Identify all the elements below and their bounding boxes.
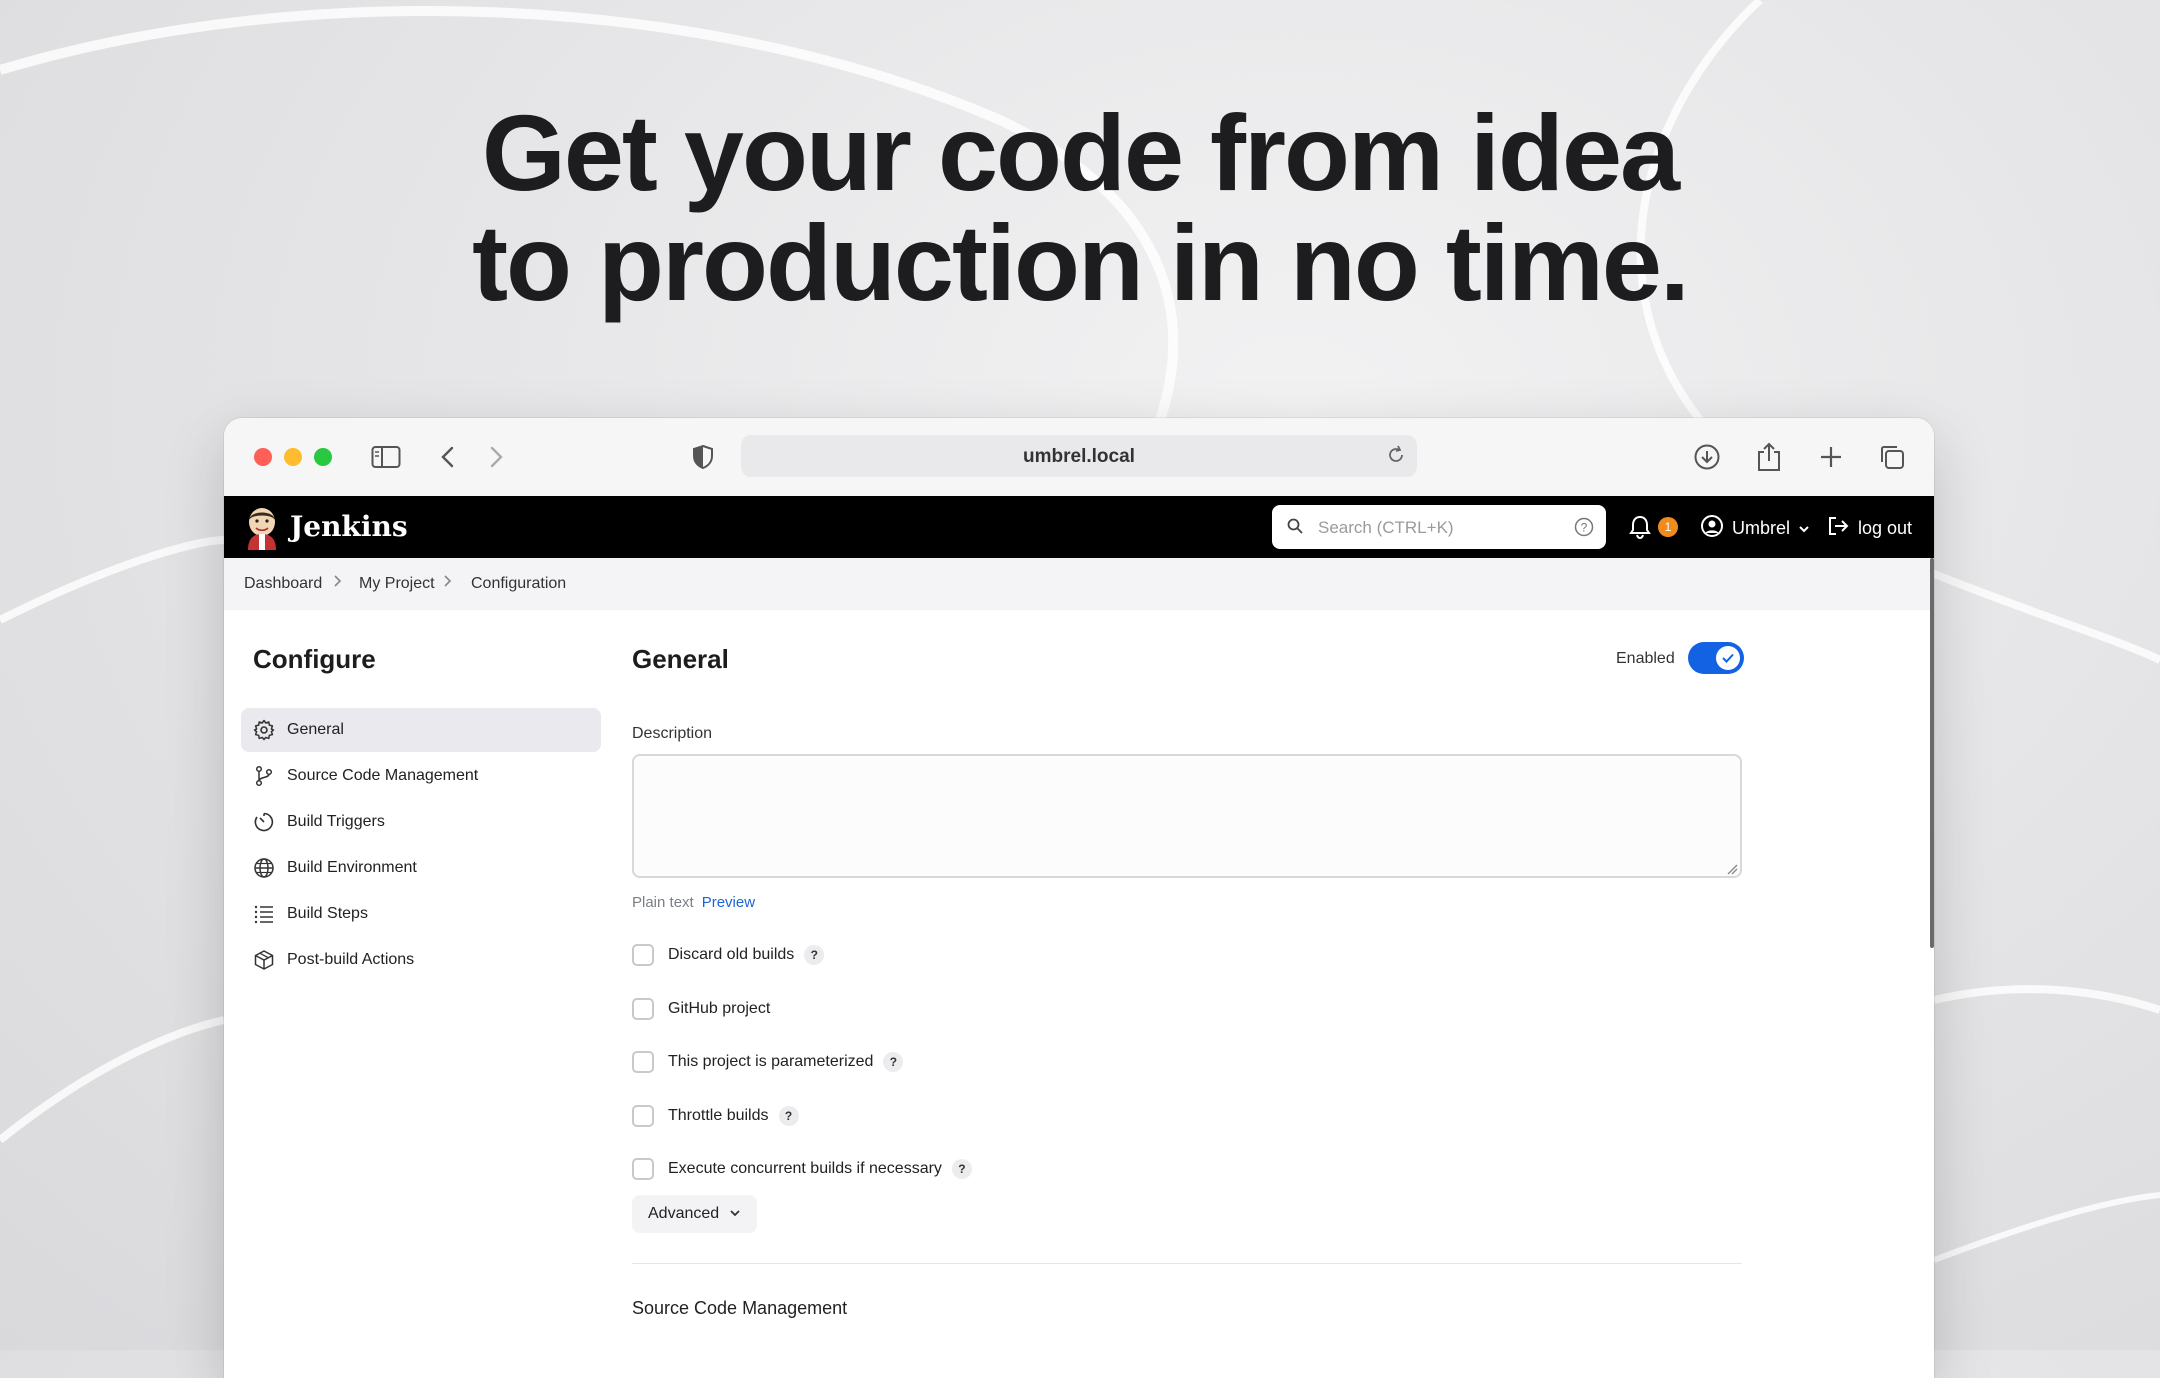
jenkins-header: Jenkins ? 1 Umbrel: [224, 496, 1934, 558]
section-title-general: General: [632, 644, 729, 674]
share-icon[interactable]: [1752, 440, 1786, 474]
logout-link[interactable]: log out: [1826, 514, 1912, 543]
discard-old-builds-checkbox[interactable]: [632, 944, 654, 966]
advanced-label: Advanced: [648, 1205, 720, 1222]
sidebar-item-label: Source Code Management: [287, 767, 479, 784]
option-github-project: GitHub project: [632, 996, 770, 1022]
section-title-source-code-management: Source Code Management: [632, 1298, 848, 1318]
back-icon[interactable]: [431, 440, 465, 474]
chevron-down-icon: [729, 1205, 741, 1223]
option-label[interactable]: Execute concurrent builds if necessary: [668, 1160, 942, 1178]
address-text: umbrel.local: [1023, 446, 1135, 467]
preview-link[interactable]: Preview: [702, 894, 755, 911]
option-label[interactable]: This project is parameterized: [668, 1053, 873, 1071]
scrollbar-thumb[interactable]: [1930, 558, 1934, 948]
help-icon[interactable]: ?: [951, 1159, 972, 1179]
advanced-button[interactable]: Advanced: [632, 1195, 758, 1233]
list-icon: [253, 903, 275, 925]
sidebar-item-label: Build Environment: [287, 859, 417, 876]
address-bar[interactable]: umbrel.local: [741, 435, 1417, 477]
description-format: Plain text Preview: [632, 894, 755, 911]
check-icon: [1716, 646, 1740, 670]
user-name: Umbrel: [1732, 518, 1791, 538]
option-label[interactable]: GitHub project: [668, 1000, 770, 1018]
format-plain-text: Plain text: [632, 894, 694, 911]
enabled-label: Enabled: [1616, 650, 1675, 667]
browser-toolbar: umbrel.local: [224, 418, 1934, 496]
sidebar-item-post-build-actions[interactable]: Post-build Actions: [241, 938, 601, 982]
resize-handle-icon[interactable]: [1726, 862, 1738, 880]
throttle-builds-checkbox[interactable]: [632, 1105, 654, 1127]
sidebar-item-build-steps[interactable]: Build Steps: [241, 892, 601, 936]
package-icon: [253, 949, 275, 971]
option-concurrent-builds: Execute concurrent builds if necessary ?: [632, 1156, 972, 1182]
globe-icon: [253, 857, 275, 879]
breadcrumb-configuration[interactable]: Configuration: [471, 575, 566, 593]
option-parameterized: This project is parameterized ?: [632, 1049, 904, 1075]
description-label: Description: [632, 725, 713, 742]
gear-icon: [253, 719, 275, 741]
enabled-toggle[interactable]: [1688, 642, 1744, 674]
reload-icon[interactable]: [1385, 444, 1407, 471]
option-label[interactable]: Throttle builds: [668, 1107, 769, 1125]
option-throttle-builds: Throttle builds ?: [632, 1103, 799, 1129]
close-window-button[interactable]: [254, 448, 272, 466]
jenkins-logo-icon[interactable]: [242, 504, 282, 550]
branch-icon: [253, 765, 275, 787]
search-input[interactable]: [1316, 513, 1560, 543]
help-icon[interactable]: ?: [778, 1106, 799, 1126]
sidebar-item-build-environment[interactable]: Build Environment: [241, 846, 601, 890]
sidebar-item-label: Build Triggers: [287, 813, 385, 830]
breadcrumb-my-project[interactable]: My Project: [359, 575, 435, 593]
sidebar-item-source-code-management[interactable]: Source Code Management: [241, 754, 601, 798]
svg-text:?: ?: [1581, 521, 1588, 535]
user-avatar-icon: [1700, 514, 1724, 543]
new-tab-icon[interactable]: [1814, 440, 1848, 474]
help-icon[interactable]: ?: [883, 1052, 904, 1072]
description-textarea[interactable]: [632, 754, 1742, 878]
notifications-bell-icon[interactable]: [1628, 514, 1652, 545]
section-divider: [632, 1263, 1742, 1264]
zoom-window-button[interactable]: [314, 448, 332, 466]
option-discard-old-builds: Discard old builds ?: [632, 942, 825, 968]
sidebar-item-label: Post-build Actions: [287, 951, 415, 968]
privacy-shield-icon[interactable]: [686, 440, 720, 474]
help-icon[interactable]: ?: [804, 945, 825, 965]
scrollbar[interactable]: [1930, 558, 1934, 1358]
concurrent-builds-checkbox[interactable]: [632, 1158, 654, 1180]
timer-icon: [253, 811, 275, 833]
minimize-window-button[interactable]: [284, 448, 302, 466]
headline-line-1: Get your code from idea: [481, 92, 1680, 213]
sidebar-item-label: General: [287, 721, 344, 738]
tab-overview-icon[interactable]: [1875, 440, 1909, 474]
search-icon: [1286, 517, 1304, 540]
chevron-down-icon: [1798, 518, 1810, 539]
jenkins-title[interactable]: Jenkins: [290, 510, 408, 543]
sidebar-toggle-icon[interactable]: [369, 440, 403, 474]
user-menu[interactable]: Umbrel: [1700, 514, 1810, 543]
search-help-icon[interactable]: ?: [1574, 517, 1594, 542]
downloads-icon[interactable]: [1690, 440, 1724, 474]
headline-line-2: to production in no time.: [472, 202, 1690, 323]
browser-window: umbrel.local Jenkins Search (CTRL+K) ? 1…: [224, 418, 1934, 1378]
sidebar-item-label: Build Steps: [287, 905, 368, 922]
parameterized-checkbox[interactable]: [632, 1051, 654, 1073]
breadcrumb-dashboard[interactable]: Dashboard: [244, 575, 322, 593]
notification-badge[interactable]: 1: [1658, 517, 1678, 537]
chevron-right-icon: [332, 574, 342, 592]
option-label[interactable]: Discard old builds: [668, 946, 794, 964]
logout-label: log out: [1858, 518, 1913, 538]
breadcrumb: Dashboard My Project Configuration: [224, 558, 1934, 610]
github-project-checkbox[interactable]: [632, 998, 654, 1020]
forward-icon[interactable]: [479, 440, 513, 474]
chevron-right-icon: [442, 574, 452, 592]
sidebar-item-build-triggers[interactable]: Build Triggers: [241, 800, 601, 844]
headline: Get your code from idea to production in…: [0, 98, 2160, 318]
sidebar-item-general[interactable]: General: [241, 708, 601, 752]
configure-title: Configure: [253, 644, 376, 674]
logout-icon: [1826, 514, 1850, 543]
search-box: ?: [1272, 505, 1606, 549]
